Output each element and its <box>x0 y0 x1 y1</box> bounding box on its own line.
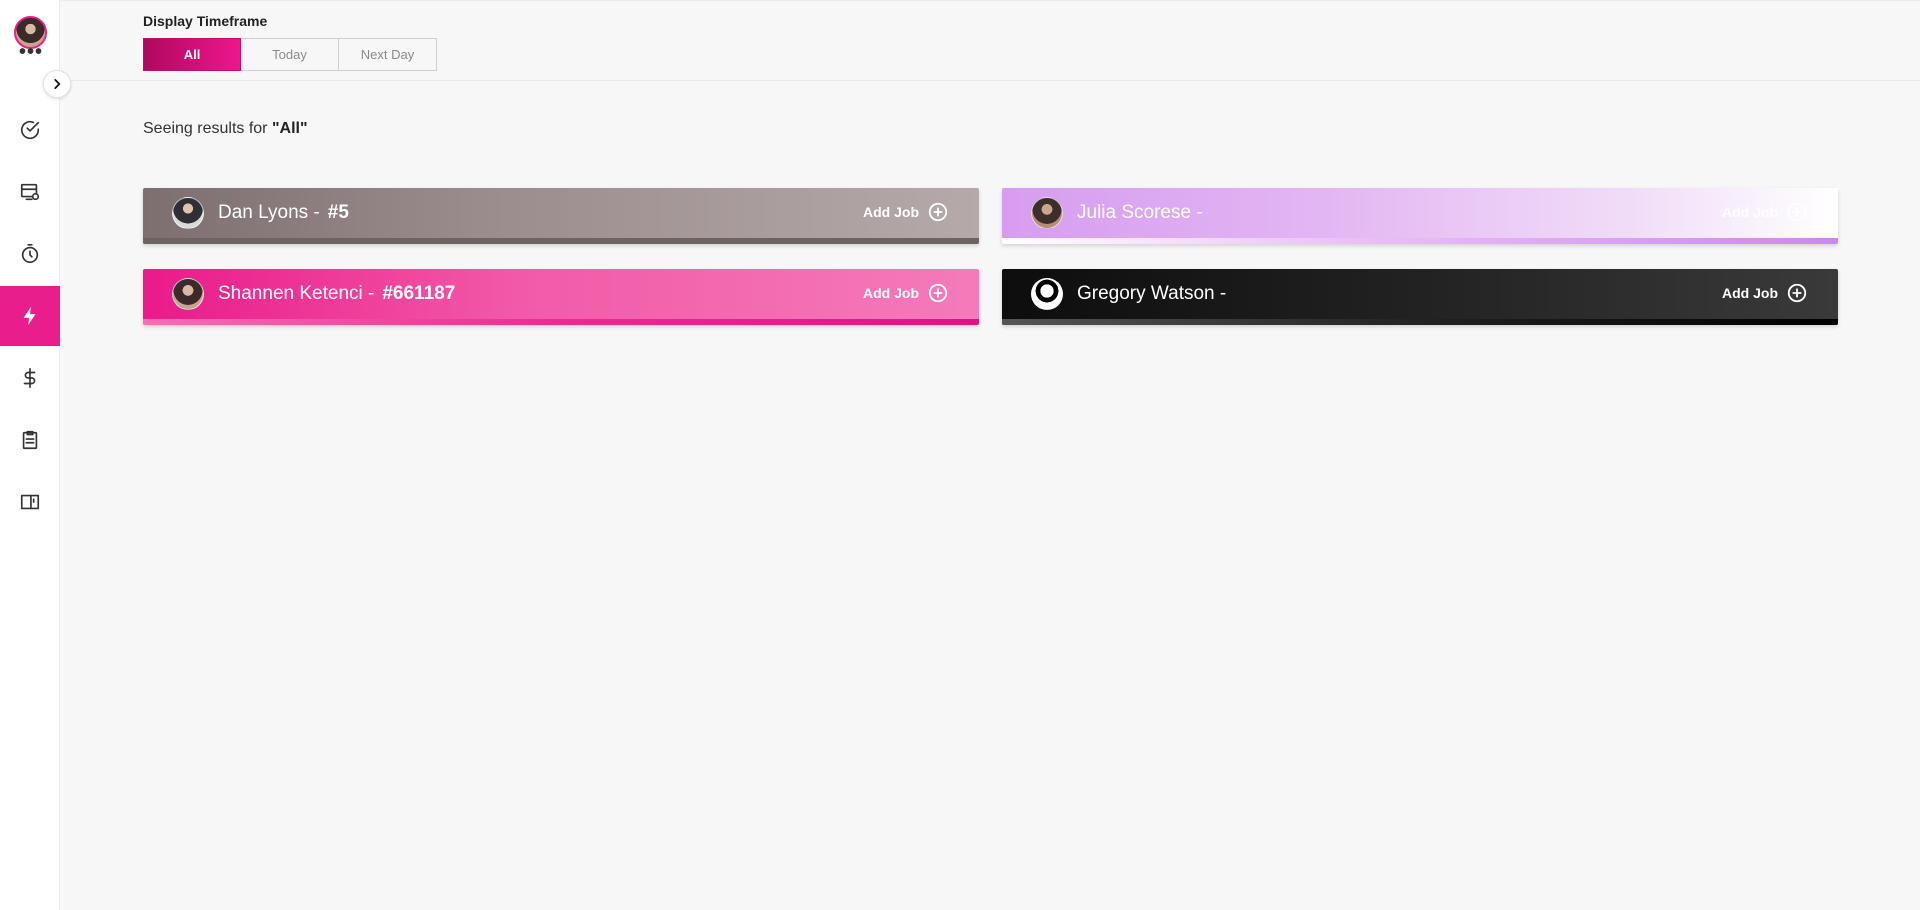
results-summary: Seeing results for "All" <box>143 120 308 138</box>
sidebar-expand-button[interactable] <box>43 70 71 98</box>
add-job-button[interactable]: Add Job <box>863 282 949 304</box>
plus-circle-icon <box>928 283 948 303</box>
technician-name: Gregory Watson - <box>1077 283 1227 304</box>
check-circle-icon <box>20 121 40 139</box>
technician-card: Dan Lyons - #5 Add Job <box>143 188 979 244</box>
sidebar-item-board[interactable] <box>0 162 60 222</box>
timeframe-next-day-button[interactable]: Next Day <box>339 38 437 71</box>
board-settings-icon <box>20 183 40 201</box>
add-job-label: Add Job <box>1722 285 1778 301</box>
sidebar-item-docs[interactable] <box>0 472 60 532</box>
job-number: #661187 <box>382 283 456 304</box>
technician-name: Julia Scorese - <box>1077 202 1203 223</box>
header: Display Timeframe All Today Next Day <box>60 0 1920 81</box>
card-status-bar <box>143 238 979 244</box>
technician-avatar <box>172 197 204 229</box>
add-job-label: Add Job <box>1722 204 1778 220</box>
technician-avatar <box>1031 278 1063 310</box>
dollar-icon <box>23 368 36 388</box>
sidebar: ••• <box>0 0 60 910</box>
stopwatch-icon <box>21 244 39 264</box>
plus-circle-icon <box>1787 202 1807 222</box>
plus-circle-icon <box>1787 283 1807 303</box>
job-number: #5 <box>327 202 349 223</box>
add-job-button[interactable]: Add Job <box>863 201 949 223</box>
technician-avatar <box>172 278 204 310</box>
book-icon <box>20 494 40 510</box>
add-job-label: Add Job <box>863 285 919 301</box>
results-prefix: Seeing results for <box>143 120 272 137</box>
plus-circle-icon <box>928 202 948 222</box>
card-status-bar <box>1002 319 1838 325</box>
technician-card: Shannen Ketenci - #661187 Add Job <box>143 269 979 325</box>
chevron-right-icon <box>54 79 61 89</box>
technician-name-line: Shannen Ketenci - #661187 <box>218 283 455 305</box>
technician-card: Gregory Watson - Add Job <box>1002 269 1838 325</box>
sidebar-item-tasks[interactable] <box>0 100 60 160</box>
card-status-bar <box>143 319 979 325</box>
sidebar-item-timer[interactable] <box>0 224 60 284</box>
card-status-bar <box>1002 238 1838 244</box>
add-job-label: Add Job <box>863 204 919 220</box>
lightning-icon <box>23 306 36 326</box>
technician-card: Julia Scorese - Add Job <box>1002 188 1838 244</box>
technician-name-line: Gregory Watson - <box>1077 283 1234 305</box>
clipboard-icon <box>22 430 38 450</box>
timeframe-all-button[interactable]: All <box>143 38 241 71</box>
technician-avatar <box>1031 197 1063 229</box>
timeframe-toggle: All Today Next Day <box>143 38 437 71</box>
sidebar-item-reports[interactable] <box>0 410 60 470</box>
technician-name: Dan Lyons - <box>218 202 320 223</box>
add-job-button[interactable]: Add Job <box>1722 201 1808 223</box>
more-options-icon[interactable]: ••• <box>19 42 43 62</box>
technician-name-line: Julia Scorese - <box>1077 202 1211 224</box>
add-job-button[interactable]: Add Job <box>1722 282 1808 304</box>
technician-name: Shannen Ketenci - <box>218 283 375 304</box>
sidebar-item-dispatch[interactable] <box>0 286 60 346</box>
technician-name-line: Dan Lyons - #5 <box>218 202 349 224</box>
results-query: "All" <box>271 120 308 137</box>
timeframe-today-button[interactable]: Today <box>241 38 339 71</box>
sidebar-item-billing[interactable] <box>0 348 60 408</box>
timeframe-label: Display Timeframe <box>143 13 268 29</box>
